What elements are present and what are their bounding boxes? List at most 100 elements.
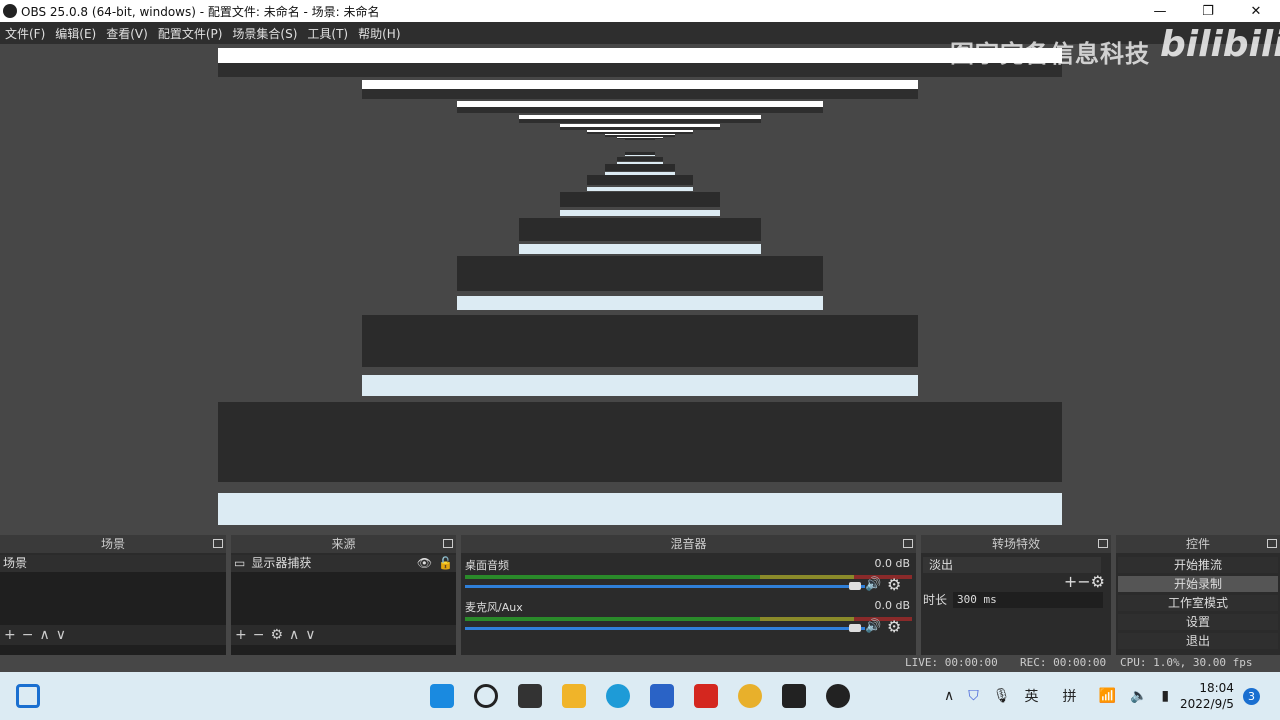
remove-scene-button[interactable]: − (22, 627, 34, 643)
sources-title: 来源 (331, 537, 356, 551)
preview-mirror-docks (361, 314, 919, 367)
undock-icon[interactable] (1098, 539, 1108, 548)
file-explorer-icon[interactable] (562, 684, 586, 708)
transitions-title: 转场特效 (991, 537, 1040, 551)
channel-db: 0.0 dB (874, 599, 910, 612)
undock-icon[interactable] (1267, 539, 1277, 548)
preview-mirror-docks (560, 192, 720, 208)
volume-slider[interactable] (465, 627, 865, 630)
preview-mirror-taskbar (361, 374, 919, 396)
edge-icon[interactable] (606, 684, 630, 708)
minimize-button[interactable]: — (1136, 0, 1184, 22)
gear-icon[interactable]: ⚙ (887, 617, 901, 636)
lock-icon[interactable]: 🔓 (438, 555, 453, 572)
menu-scene-collection[interactable]: 场景集合(S) (227, 25, 302, 42)
obs-taskbar-icon[interactable] (826, 684, 850, 708)
store-icon[interactable] (650, 684, 674, 708)
remove-source-button[interactable]: − (253, 627, 265, 643)
preview-mirror-taskbar (560, 209, 720, 216)
remove-transition-button[interactable]: − (1077, 572, 1090, 591)
speaker-icon[interactable]: 🔊 (865, 619, 881, 634)
channel-name: 桌面音频 (465, 559, 509, 572)
volume-slider-handle[interactable] (849, 624, 861, 632)
gear-icon[interactable]: ⚙ (887, 575, 901, 594)
battery-icon[interactable]: ▮ (1161, 688, 1169, 704)
start-recording-button[interactable]: 开始录制 (1118, 576, 1278, 592)
input-language[interactable]: 英 (1025, 686, 1039, 706)
bilibili-logo: bilibili (1160, 24, 1280, 65)
menu-file[interactable]: 文件(F) (0, 25, 50, 42)
preview-mirror-menubar (519, 118, 761, 124)
maximize-button[interactable]: ❐ (1184, 0, 1232, 22)
move-up-button[interactable]: ∧ (39, 627, 49, 643)
mixer-title: 混音器 (670, 537, 707, 551)
preview-mirror-taskbar (519, 244, 761, 254)
input-method[interactable]: 拼 (1063, 686, 1077, 706)
task-view-icon[interactable] (518, 684, 542, 708)
sources-dock: 来源 ▭ 显示器捕获 👁 🔓 + − ⚙ ∧ ∨ (231, 535, 456, 655)
chrome-icon[interactable] (738, 684, 762, 708)
preview-mirror-titlebar (361, 79, 919, 90)
acrobat-icon[interactable] (694, 684, 718, 708)
wifi-icon[interactable]: 📶 (1099, 688, 1116, 704)
preview-mirror-docks (456, 256, 824, 291)
transition-actions: +−⚙ (921, 573, 1111, 591)
preview-area[interactable] (0, 44, 1280, 535)
preview-mirror-docks (617, 156, 663, 162)
widgets-icon[interactable] (16, 684, 40, 708)
menu-profile[interactable]: 配置文件(P) (153, 25, 228, 42)
clock-time: 18:04 (1199, 681, 1234, 695)
move-down-button[interactable]: ∨ (56, 627, 66, 643)
security-shield-icon[interactable]: ⛉ (968, 688, 979, 704)
preview-mirror-titlebar (218, 48, 1062, 63)
controls-title: 控件 (1185, 537, 1210, 551)
exit-button[interactable]: 退出 (1118, 633, 1278, 649)
intellij-icon[interactable] (782, 684, 806, 708)
start-icon[interactable] (430, 684, 454, 708)
title-bar: OBS 25.0.8 (64-bit, windows) - 配置文件: 未命名… (0, 0, 1280, 22)
speaker-icon[interactable]: 🔈 (1130, 688, 1147, 704)
menu-tools[interactable]: 工具(T) (302, 25, 353, 42)
add-source-button[interactable]: + (235, 627, 247, 643)
preview-mirror-taskbar (624, 155, 656, 157)
menu-view[interactable]: 查看(V) (101, 25, 153, 42)
scenes-dock: 场景 场景 + − ∧ ∨ (0, 535, 226, 655)
clock[interactable]: 18:04 2022/9/5 (1180, 680, 1234, 712)
transition-select[interactable]: 淡出 (923, 557, 1101, 573)
undock-icon[interactable] (213, 539, 223, 548)
add-transition-button[interactable]: + (1064, 572, 1077, 591)
preview-mirror-menubar (361, 89, 919, 99)
preview-mirror-menubar (218, 62, 1062, 77)
add-scene-button[interactable]: + (4, 627, 16, 643)
start-streaming-button[interactable]: 开始推流 (1118, 557, 1278, 573)
preview-mirror-taskbar (218, 493, 1062, 525)
notification-badge[interactable]: 3 (1243, 688, 1260, 705)
preview-mirror-docks (605, 164, 675, 171)
duration-input[interactable]: 300 ms (953, 591, 1104, 608)
scene-item[interactable]: 场景 (0, 555, 226, 572)
move-down-button[interactable]: ∨ (305, 627, 315, 643)
speaker-icon[interactable]: 🔊 (865, 577, 881, 592)
source-settings-icon[interactable]: ⚙ (270, 627, 283, 643)
settings-button[interactable]: 设置 (1118, 614, 1278, 630)
volume-meter (465, 617, 912, 621)
undock-icon[interactable] (443, 539, 453, 548)
microphone-icon[interactable]: 🎙 (993, 688, 1011, 704)
menu-edit[interactable]: 编辑(E) (50, 25, 101, 42)
chevron-up-icon[interactable]: ∧ (944, 688, 954, 704)
transition-settings-icon[interactable]: ⚙ (1091, 572, 1105, 591)
preview-mirror-docks (519, 217, 761, 241)
menu-help[interactable]: 帮助(H) (353, 25, 405, 42)
search-icon[interactable] (474, 684, 498, 708)
move-up-button[interactable]: ∧ (289, 627, 299, 643)
eye-icon[interactable]: 👁 (417, 555, 432, 572)
undock-icon[interactable] (903, 539, 913, 548)
volume-slider-handle[interactable] (849, 582, 861, 590)
close-button[interactable]: ✕ (1232, 0, 1280, 22)
volume-slider[interactable] (465, 585, 865, 588)
preview-mirror-taskbar (617, 161, 663, 164)
cpu-status: CPU: 1.0%, 30.00 fps (1120, 656, 1253, 669)
studio-mode-button[interactable]: 工作室模式 (1118, 595, 1278, 611)
status-bar: LIVE: 00:00:00 REC: 00:00:00 CPU: 1.0%, … (0, 655, 1280, 671)
source-item[interactable]: ▭ 显示器捕获 👁 🔓 (231, 555, 456, 572)
